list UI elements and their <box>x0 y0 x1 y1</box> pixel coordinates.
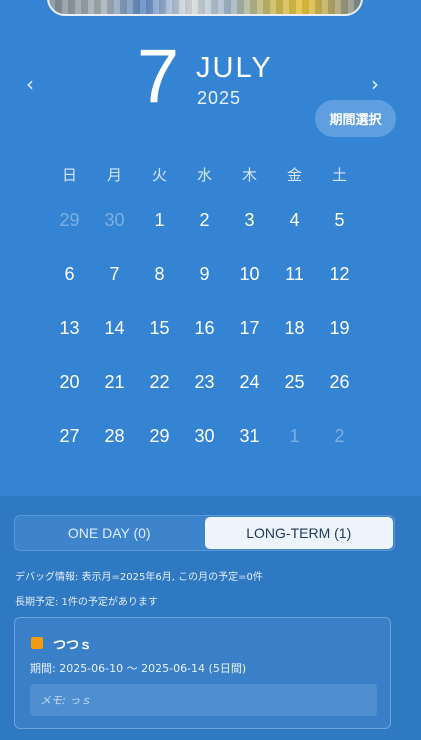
calendar-day[interactable]: 15 <box>137 301 182 355</box>
calendar-week: 27 28 29 30 31 1 2 <box>47 409 363 463</box>
event-title: つつｓ <box>53 638 93 653</box>
calendar-day[interactable]: 1 <box>272 409 317 463</box>
calendar-day[interactable]: 19 <box>317 301 362 355</box>
debug-info: デバッグ情報: 表示月=2025年6月, この月の予定=0件 <box>15 572 263 583</box>
weekday-label: 月 <box>106 166 122 184</box>
calendar-day[interactable]: 16 <box>182 301 227 355</box>
schedule-panel: ONE DAY (0) LONG-TERM (1) デバッグ情報: 表示月=20… <box>0 496 421 740</box>
calendar-day[interactable]: 30 <box>182 409 227 463</box>
calendar-day[interactable]: 1 <box>137 193 182 247</box>
year-label: 2025 <box>197 88 242 108</box>
weekday-label: 金 <box>286 166 302 184</box>
calendar-day[interactable]: 20 <box>47 355 92 409</box>
calendar-day[interactable]: 29 <box>137 409 182 463</box>
calendar-day[interactable]: 23 <box>182 355 227 409</box>
prev-month-icon[interactable]: ‹ <box>26 72 34 96</box>
calendar-day[interactable]: 25 <box>272 355 317 409</box>
calendar-week: 13 14 15 16 17 18 19 <box>47 301 363 355</box>
calendar-day[interactable]: 24 <box>227 355 272 409</box>
header-photo <box>47 0 363 16</box>
calendar-day[interactable]: 2 <box>182 193 227 247</box>
calendar-week: 20 21 22 23 24 25 26 <box>47 355 363 409</box>
calendar-day[interactable]: 31 <box>227 409 272 463</box>
calendar-week: 6 7 8 9 10 11 12 <box>47 247 363 301</box>
weekday-label: 水 <box>196 166 212 184</box>
weekday-label: 土 <box>331 166 347 184</box>
calendar-day[interactable]: 26 <box>317 355 362 409</box>
calendar-day[interactable]: 29 <box>47 193 92 247</box>
tab-one-day[interactable]: ONE DAY (0) <box>15 516 204 550</box>
calendar-day[interactable]: 7 <box>92 247 137 301</box>
calendar-day[interactable]: 10 <box>227 247 272 301</box>
calendar-day[interactable]: 9 <box>182 247 227 301</box>
view-tabs: ONE DAY (0) LONG-TERM (1) <box>14 515 395 551</box>
event-card[interactable]: つつｓ 期間: 2025-06-10 〜 2025-06-14 (5日間) メモ… <box>14 617 391 729</box>
weekday-label: 火 <box>151 166 167 184</box>
calendar-day[interactable]: 11 <box>272 247 317 301</box>
calendar-day[interactable]: 22 <box>137 355 182 409</box>
weekday-label: 日 <box>61 166 77 184</box>
calendar-day[interactable]: 6 <box>47 247 92 301</box>
tab-long-term[interactable]: LONG-TERM (1) <box>204 517 393 549</box>
calendar-day[interactable]: 5 <box>317 193 362 247</box>
selected-day: 7 <box>136 34 180 119</box>
period-select-button[interactable]: 期間選択 <box>315 100 396 137</box>
calendar-day[interactable]: 30 <box>92 193 137 247</box>
weekday-header: 日 月 火 水 木 金 土 <box>47 164 363 184</box>
month-name: JULY <box>196 52 273 84</box>
calendar-day[interactable]: 14 <box>92 301 137 355</box>
calendar-day[interactable]: 8 <box>137 247 182 301</box>
calendar-day[interactable]: 18 <box>272 301 317 355</box>
weekday-label: 木 <box>241 166 257 184</box>
event-period: 期間: 2025-06-10 〜 2025-06-14 (5日間) <box>30 662 247 675</box>
calendar-day[interactable]: 2 <box>317 409 362 463</box>
calendar-day[interactable]: 3 <box>227 193 272 247</box>
calendar-day[interactable]: 13 <box>47 301 92 355</box>
calendar-day[interactable]: 4 <box>272 193 317 247</box>
calendar-day[interactable]: 17 <box>227 301 272 355</box>
calendar-week: 29 30 1 2 3 4 5 <box>47 193 363 247</box>
calendar-grid: 29 30 1 2 3 4 5 6 7 8 9 10 11 12 13 14 15 16 17 18 19 20 21 22 2… <box>47 193 363 463</box>
next-month-icon[interactable]: › <box>371 72 379 96</box>
calendar-day[interactable]: 27 <box>47 409 92 463</box>
calendar-day[interactable]: 28 <box>92 409 137 463</box>
calendar-day[interactable]: 21 <box>92 355 137 409</box>
event-color-swatch <box>31 637 43 649</box>
long-term-summary: 長期予定: 1件の予定があります <box>15 597 158 608</box>
event-memo: メモ: っｓ <box>30 684 377 716</box>
calendar-day[interactable]: 12 <box>317 247 362 301</box>
